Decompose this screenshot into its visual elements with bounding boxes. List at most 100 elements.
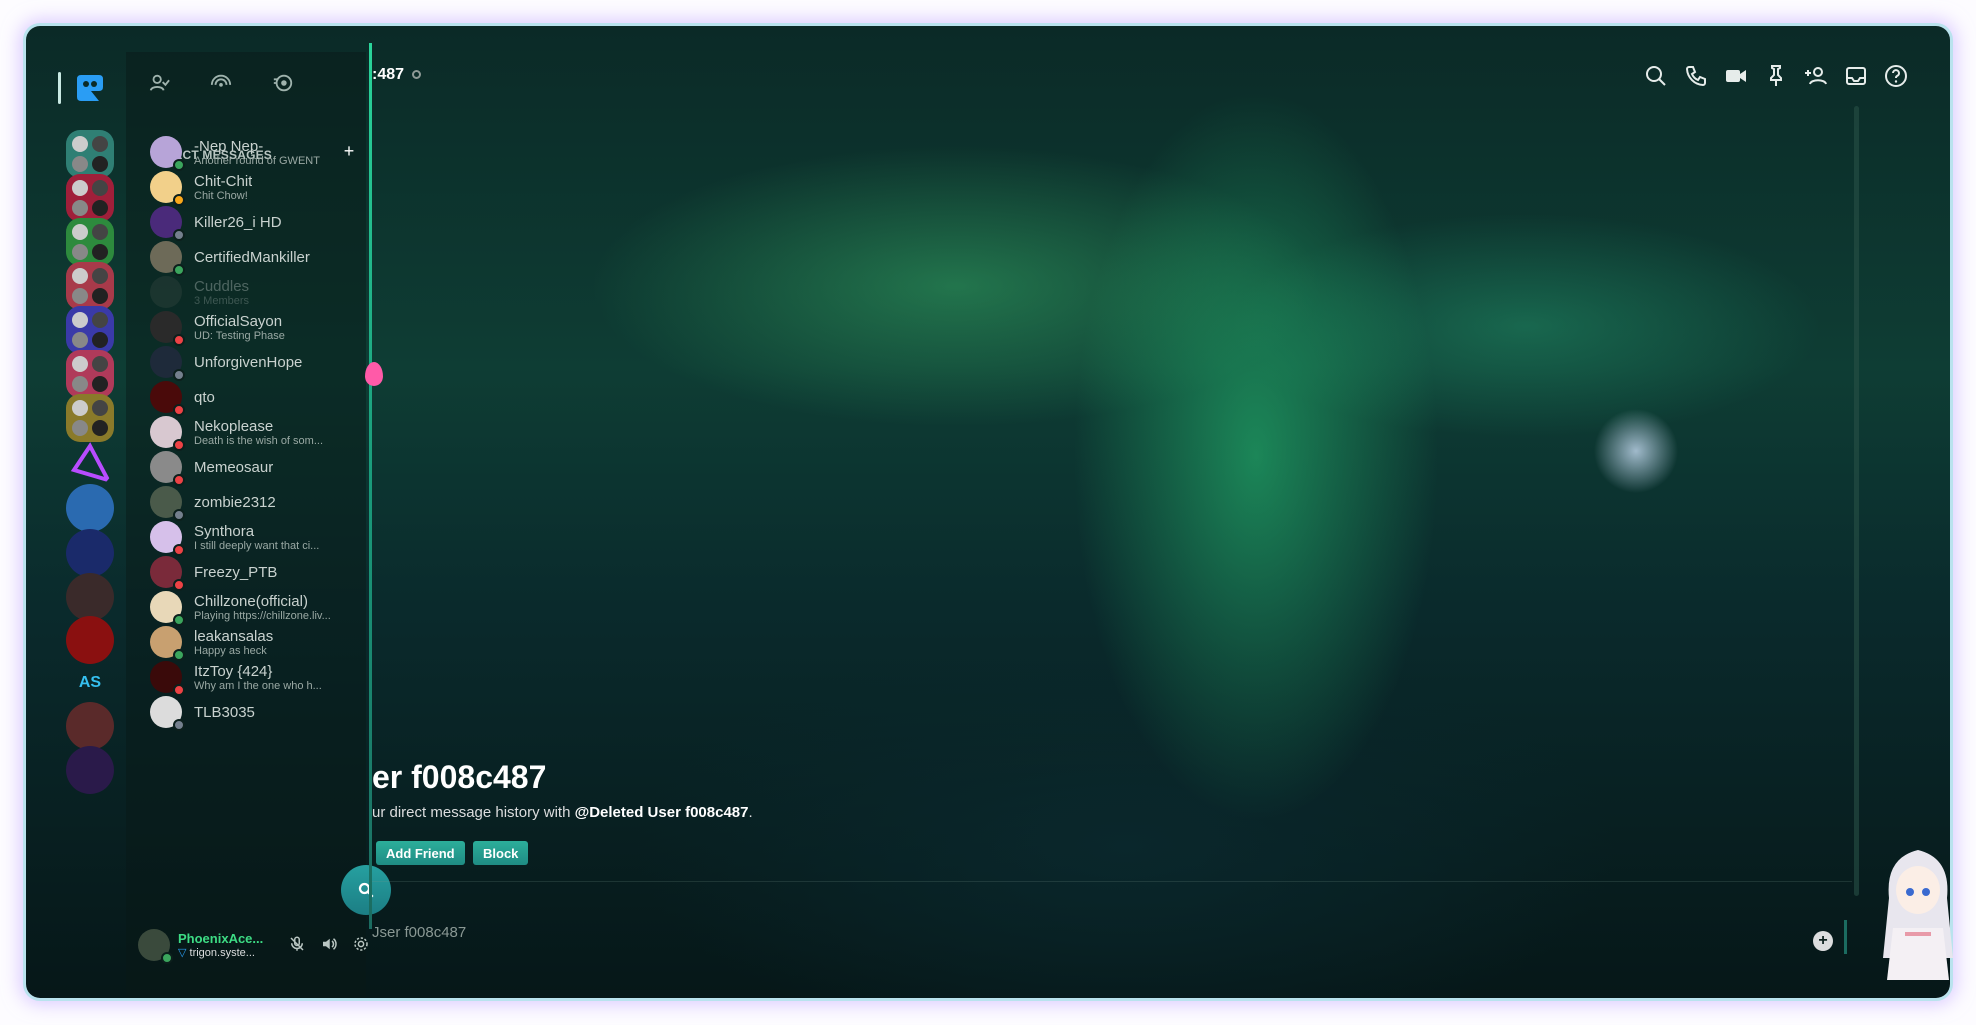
sidebar-top-icons [148,72,294,94]
folder-server-thumb [72,200,88,216]
folder-server-thumb [92,136,108,152]
inbox-icon[interactable] [1844,64,1868,88]
quick-search-button[interactable] [341,865,391,915]
dm-name: Memeosaur [194,458,274,476]
server-icon[interactable] [66,174,114,222]
dm-text: qto [194,389,215,406]
settings-gear-icon[interactable] [352,935,370,953]
folder-server-thumb [92,244,108,260]
status-dot [173,719,185,731]
pink-drop-decoration [365,362,383,386]
pin-icon[interactable] [1764,64,1788,88]
dm-text: ItzToy {424} Why am I the one who h... [194,663,322,692]
folder-server-thumb [72,244,88,260]
dm-name: leakansalas [194,627,274,645]
friends-icon[interactable] [148,72,170,94]
folder-server-thumb [92,224,108,240]
dm-text: -Nep Nep- Another round of GWENT [194,138,320,167]
user-panel: PhoenixAce... ▽ trigon.syste... [138,919,368,971]
avatar [150,696,185,731]
dm-activity: UD: Testing Phase [194,329,285,342]
folder-server-thumb [92,400,108,416]
triangle-logo-icon [70,442,112,484]
server-icon[interactable] [66,440,114,488]
avatar [150,206,185,241]
server-icon[interactable] [66,746,114,794]
avatar [150,276,182,308]
server-icon[interactable] [66,130,114,178]
server-icon[interactable] [66,573,114,621]
video-icon[interactable] [1724,64,1748,88]
user-avatar[interactable] [138,929,173,964]
server-icon[interactable] [66,529,114,577]
block-button[interactable]: Block [473,841,529,865]
welcome-title: er f008c487 [372,759,547,795]
avatar [150,521,185,556]
dm-text: leakansalas Happy as heck [194,628,273,657]
server-icon[interactable] [66,702,114,750]
stage-icon[interactable] [272,72,294,94]
discord-home-icon [77,75,103,101]
server-icon[interactable] [66,350,114,398]
avatar [150,661,185,696]
attach-plus-icon[interactable]: + [1813,931,1833,951]
home-button[interactable] [66,64,114,112]
speaker-icon[interactable] [320,935,338,953]
search-icon[interactable] [1644,64,1668,88]
server-icon[interactable] [66,306,114,354]
avatar [150,171,185,206]
folder-server-thumb [92,420,108,436]
user-status-text: trigon.syste... [189,947,255,959]
server-icon[interactable] [66,484,114,532]
folder-server-thumb [92,180,108,196]
dm-text: Freezy_PTB [194,564,277,581]
avatar [150,241,185,276]
messages-scrollbar[interactable] [1854,106,1859,896]
folder-server-thumb [92,376,108,392]
folder-server-thumb [72,312,88,328]
server-icon[interactable] [66,262,114,310]
dm-name: Killer26_i HD [194,213,282,231]
channel-header: :487 [372,66,422,84]
dm-text: Memeosaur [194,459,273,476]
accent-divider [369,43,372,929]
server-icon[interactable] [66,616,114,664]
header-toolbar [1644,64,1908,88]
server-icon[interactable]: AS [66,659,114,707]
folder-server-thumb [92,268,108,284]
add-friend-icon[interactable] [1804,64,1828,88]
server-icon[interactable] [66,218,114,266]
trigon-icon: ▽ [178,947,190,959]
search-icon [358,882,374,898]
dm-text: OfficialSayon UD: Testing Phase [194,313,285,342]
add-friend-button[interactable]: Add Friend [376,841,465,865]
server-icon[interactable] [66,394,114,442]
dm-activity: Happy as heck [194,644,267,657]
message-input[interactable]: Jser f008c487 [372,924,466,941]
mute-mic-icon[interactable] [288,935,306,953]
avatar [150,136,185,171]
app-window: AS DIRECT MESSAGES + -Nep Nep- Another ro… [26,26,1950,998]
welcome-username: @Deleted User f008c487 [574,804,749,821]
dm-text: Nekoplease Death is the wish of som... [194,418,323,447]
anime-mascot-image [1883,850,1953,980]
dm-name: Freezy_PTB [194,563,278,581]
help-icon[interactable] [1884,64,1908,88]
folder-server-thumb [92,332,108,348]
folder-server-thumb [72,332,88,348]
folder-server-thumb [72,376,88,392]
dm-name: TLB3035 [194,703,255,721]
folder-server-thumb [72,288,88,304]
welcome-subtitle: ur direct message history with @Deleted … [372,804,753,821]
dm-activity: Why am I the one who h... [194,679,322,692]
avatar [150,416,185,451]
dm-activity: Chit Chow! [194,189,248,202]
folder-server-thumb [72,268,88,284]
dm-text: UnforgivenHope [194,354,302,371]
folder-server-thumb [92,312,108,328]
dm-name: Synthora [194,522,255,540]
dm-list-item[interactable]: TLB3035 [150,691,356,733]
phone-icon[interactable] [1684,64,1708,88]
nitro-icon[interactable] [210,72,232,94]
welcome-subtitle-end: . [748,804,753,821]
